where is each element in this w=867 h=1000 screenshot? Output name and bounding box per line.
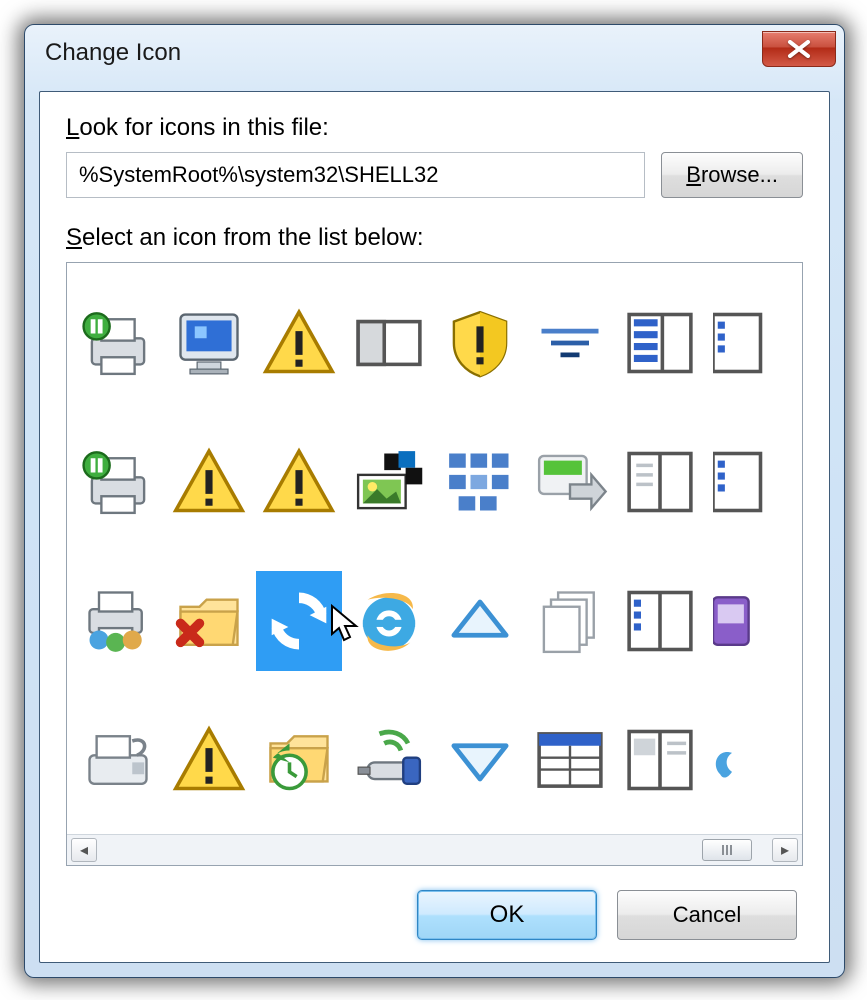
icon-item-multimedia-photos[interactable] bbox=[344, 412, 434, 551]
icon-item-folder-delete[interactable] bbox=[163, 552, 253, 691]
triangle-up-icon bbox=[442, 583, 518, 659]
icon-item-pages-stack[interactable] bbox=[525, 552, 615, 691]
folder-delete-icon bbox=[171, 583, 247, 659]
icon-item-tiles-grid[interactable] bbox=[435, 412, 525, 551]
filter-lines-icon bbox=[532, 305, 608, 381]
icon-item-security-shield-warning[interactable] bbox=[435, 273, 525, 412]
icon-item-column-view-partial[interactable] bbox=[706, 273, 796, 412]
book-columns-icon bbox=[622, 583, 698, 659]
icon-item-computer-screen[interactable] bbox=[163, 273, 253, 412]
scroll-right-button[interactable]: ▸ bbox=[772, 838, 798, 862]
icon-item-filter-lines[interactable] bbox=[525, 273, 615, 412]
link-partial-icon bbox=[713, 722, 789, 798]
icon-grid[interactable] bbox=[67, 263, 802, 834]
printer-pause-2-icon bbox=[80, 444, 156, 520]
icon-item-device-purple-partial[interactable] bbox=[706, 552, 796, 691]
printer-pause-icon bbox=[80, 305, 156, 381]
internet-explorer-icon bbox=[351, 583, 427, 659]
close-button[interactable] bbox=[762, 31, 836, 67]
arrow-next-green-icon bbox=[532, 444, 608, 520]
details-view-icon bbox=[532, 722, 608, 798]
close-icon bbox=[786, 40, 812, 58]
security-shield-warning-icon bbox=[442, 305, 518, 381]
wireless-usb-icon bbox=[351, 722, 427, 798]
icon-item-refresh-sync[interactable] bbox=[254, 552, 344, 691]
icon-item-book-columns[interactable] bbox=[615, 552, 705, 691]
pages-stack-icon bbox=[532, 583, 608, 659]
ok-button[interactable]: OK bbox=[417, 890, 597, 940]
icon-item-printer-shared-users[interactable] bbox=[73, 552, 163, 691]
folder-history-icon bbox=[261, 722, 337, 798]
icon-item-internet-explorer[interactable] bbox=[344, 552, 434, 691]
scroll-left-button[interactable]: ◂ bbox=[71, 838, 97, 862]
multimedia-photos-icon bbox=[351, 444, 427, 520]
icon-item-triangle-up[interactable] bbox=[435, 552, 525, 691]
dialog-client-area: Look for icons in this file: Browse... S… bbox=[39, 91, 830, 963]
refresh-sync-icon bbox=[261, 583, 337, 659]
titlebar: Change Icon bbox=[25, 25, 844, 81]
icon-item-arrow-next-green[interactable] bbox=[525, 412, 615, 551]
printer-shared-users-icon bbox=[80, 583, 156, 659]
book-open-icon bbox=[622, 444, 698, 520]
list-view-blue-icon bbox=[622, 305, 698, 381]
icon-item-warning-triangle-4[interactable] bbox=[163, 691, 253, 830]
triangle-down-icon bbox=[442, 722, 518, 798]
column-view-partial-2-icon bbox=[713, 444, 789, 520]
cancel-button[interactable]: Cancel bbox=[617, 890, 797, 940]
warning-triangle-4-icon bbox=[171, 722, 247, 798]
scroll-thumb[interactable] bbox=[702, 839, 752, 861]
icon-item-printer-pause-2[interactable] bbox=[73, 412, 163, 551]
horizontal-scrollbar[interactable]: ◂ ▸ bbox=[67, 834, 802, 865]
look-for-label: Look for icons in this file: bbox=[66, 114, 803, 142]
icon-item-column-view-partial-2[interactable] bbox=[706, 412, 796, 551]
dialog-buttons: OK Cancel bbox=[66, 890, 803, 940]
icon-item-triangle-down[interactable] bbox=[435, 691, 525, 830]
tiles-grid-icon bbox=[442, 444, 518, 520]
icon-item-book-open[interactable] bbox=[615, 412, 705, 551]
icon-item-warning-triangle-2[interactable] bbox=[163, 412, 253, 551]
icon-item-wireless-usb[interactable] bbox=[344, 691, 434, 830]
computer-screen-icon bbox=[171, 305, 247, 381]
icon-item-list-view-blue[interactable] bbox=[615, 273, 705, 412]
icon-file-path-input[interactable] bbox=[66, 152, 645, 198]
icon-item-warning-triangle-3[interactable] bbox=[254, 412, 344, 551]
panel-split-icon bbox=[351, 305, 427, 381]
icon-item-warning-triangle[interactable] bbox=[254, 273, 344, 412]
column-view-partial-icon bbox=[713, 305, 789, 381]
window-title: Change Icon bbox=[45, 39, 181, 67]
icon-item-panel-split[interactable] bbox=[344, 273, 434, 412]
browse-button[interactable]: Browse... bbox=[661, 152, 803, 198]
warning-triangle-3-icon bbox=[261, 444, 337, 520]
icon-item-details-view[interactable] bbox=[525, 691, 615, 830]
icon-item-fax-machine[interactable] bbox=[73, 691, 163, 830]
icon-list-box: ◂ ▸ bbox=[66, 262, 803, 866]
warning-triangle-2-icon bbox=[171, 444, 247, 520]
warning-triangle-icon bbox=[261, 305, 337, 381]
book-layout-icon bbox=[622, 722, 698, 798]
device-purple-partial-icon bbox=[713, 583, 789, 659]
icon-item-printer-pause[interactable] bbox=[73, 273, 163, 412]
icon-item-link-partial[interactable] bbox=[706, 691, 796, 830]
icon-item-book-layout[interactable] bbox=[615, 691, 705, 830]
change-icon-dialog: Change Icon Look for icons in this file:… bbox=[24, 24, 845, 978]
icon-item-folder-history[interactable] bbox=[254, 691, 344, 830]
select-icon-label: Select an icon from the list below: bbox=[66, 224, 803, 252]
fax-machine-icon bbox=[80, 722, 156, 798]
